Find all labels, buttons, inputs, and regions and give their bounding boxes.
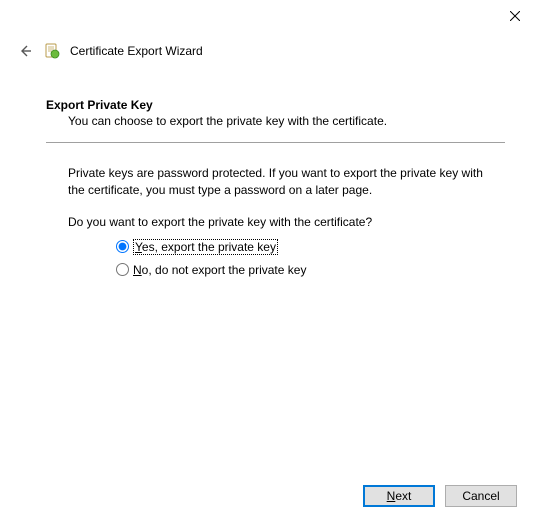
radio-option-no[interactable]: No, do not export the private key [116, 263, 505, 277]
radio-group: Yes, export the private key No, do not e… [116, 239, 505, 277]
radio-label-no: No, do not export the private key [133, 263, 306, 277]
cancel-button[interactable]: Cancel [445, 485, 517, 507]
info-text: Private keys are password protected. If … [68, 165, 495, 199]
close-button[interactable] [505, 6, 525, 26]
page-subheading: You can choose to export the private key… [68, 114, 505, 128]
radio-input-yes[interactable] [116, 240, 129, 253]
wizard-header: Certificate Export Wizard [16, 42, 203, 60]
radio-label-yes: Yes, export the private key [133, 239, 278, 255]
radio-option-yes[interactable]: Yes, export the private key [116, 239, 505, 255]
back-arrow-icon [17, 43, 33, 59]
wizard-content: Export Private Key You can choose to exp… [46, 98, 505, 285]
next-button-label: Next [387, 489, 412, 503]
wizard-title: Certificate Export Wizard [70, 44, 203, 58]
certificate-wizard-icon [44, 43, 60, 59]
close-icon [510, 11, 520, 21]
back-button[interactable] [16, 42, 34, 60]
radio-input-no[interactable] [116, 263, 129, 276]
next-button[interactable]: Next [363, 485, 435, 507]
cancel-button-label: Cancel [462, 489, 499, 503]
page-heading: Export Private Key [46, 98, 505, 112]
footer-buttons: Next Cancel [363, 485, 517, 507]
divider [46, 142, 505, 143]
question-text: Do you want to export the private key wi… [68, 215, 505, 229]
